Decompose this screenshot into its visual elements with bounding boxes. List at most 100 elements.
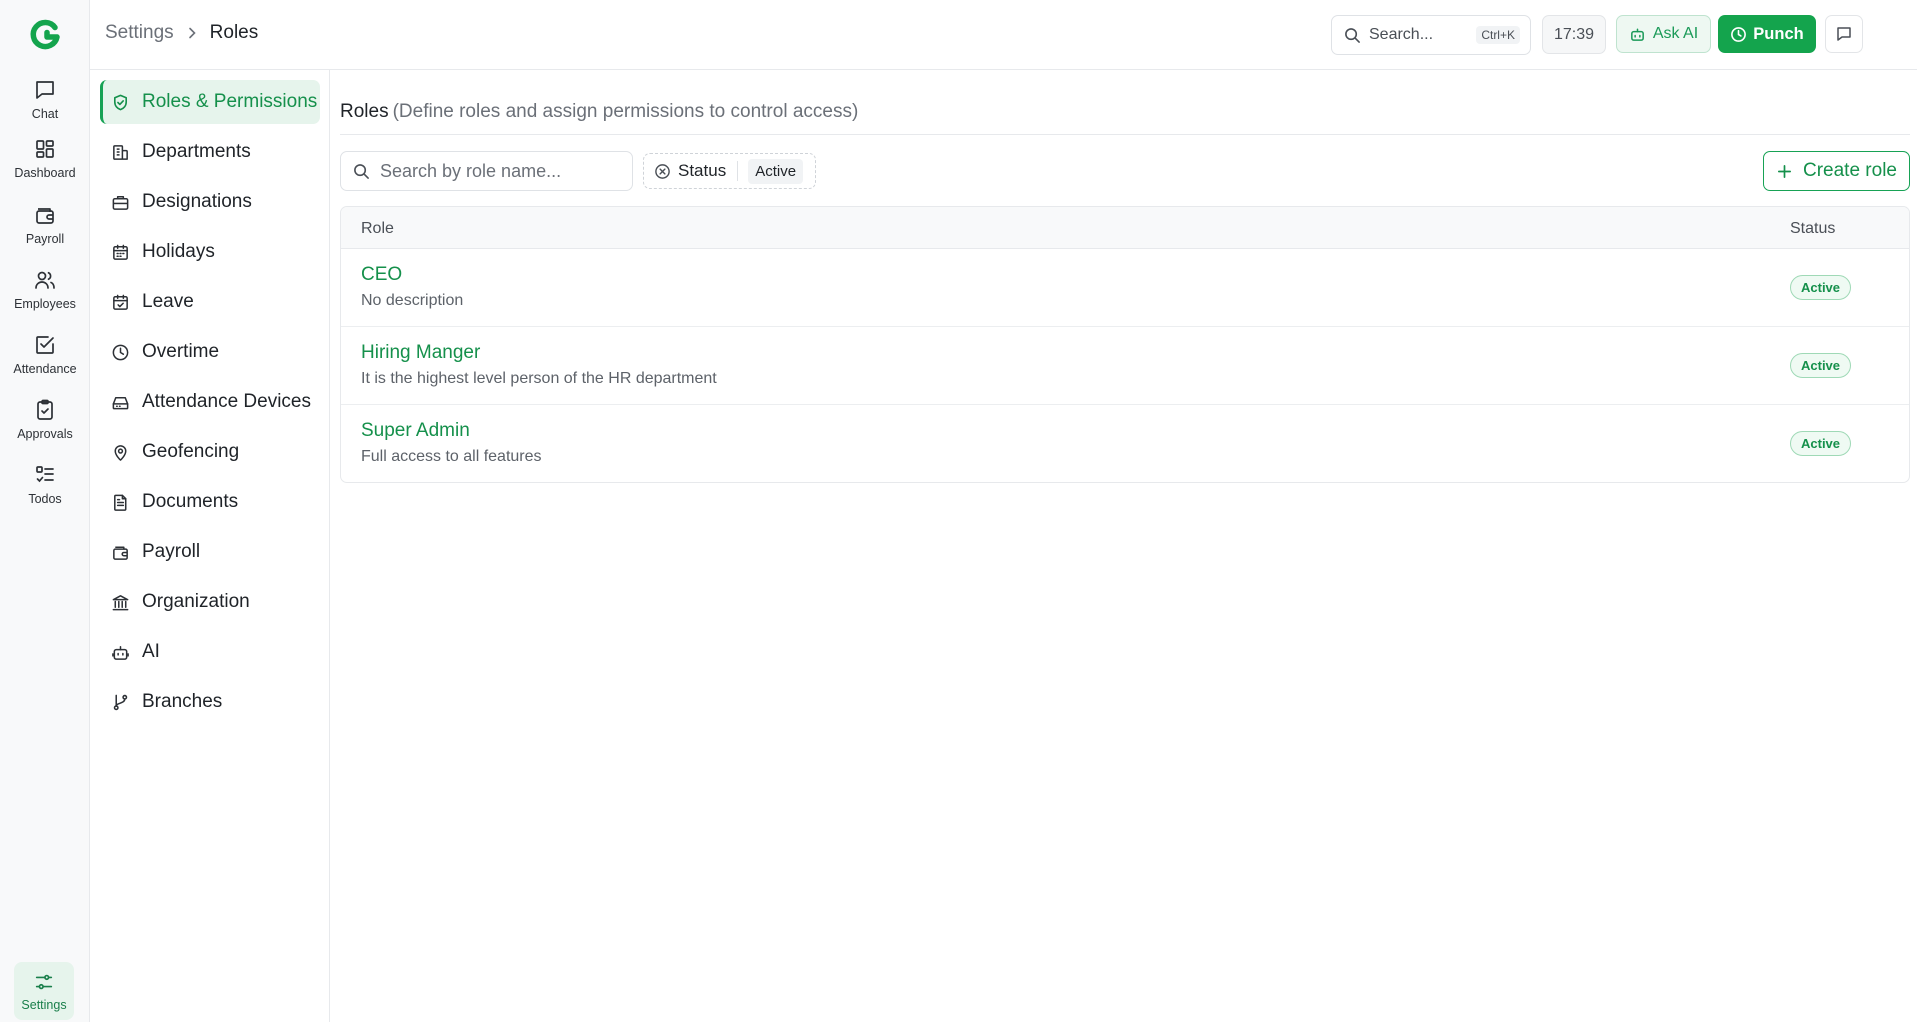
column-header-status: Status: [1790, 220, 1836, 237]
clock-icon: [1731, 26, 1747, 42]
rail-item-label: Dashboard: [14, 166, 76, 180]
building-icon: [113, 144, 128, 160]
wallet-icon: [36, 208, 54, 224]
rail-item-label: Approvals: [17, 427, 73, 441]
settings-nav-overtime[interactable]: Overtime: [100, 330, 320, 374]
settings-nav-organization[interactable]: Organization: [100, 580, 320, 624]
check-square-icon: [36, 336, 54, 354]
table-row[interactable]: CEO No description Active: [341, 249, 1909, 327]
status-badge: Active: [1790, 275, 1852, 300]
rail-item-settings[interactable]: Settings: [14, 962, 74, 1020]
settings-nav-geofencing[interactable]: Geofencing: [100, 430, 320, 474]
rail-item-label: Settings: [21, 998, 67, 1012]
settings-nav-leave[interactable]: Leave: [100, 280, 320, 324]
settings-nav-designations[interactable]: Designations: [100, 180, 320, 224]
landmark-icon: [112, 594, 129, 610]
clock-icon: [112, 344, 129, 360]
create-role-label: Create role: [1803, 160, 1897, 181]
rail-item-employees[interactable]: Employees: [0, 268, 90, 326]
settings-nav-branches[interactable]: Branches: [100, 680, 320, 724]
settings-nav-label: AI: [142, 641, 160, 662]
dashboard-icon: [36, 140, 54, 158]
role-description: Full access to all features: [361, 448, 542, 465]
settings-nav-label: Overtime: [142, 341, 220, 362]
page-title: Roles (Define roles and assign permission…: [340, 101, 858, 123]
status-filter-value: Active: [748, 158, 804, 184]
map-pin-icon: [114, 444, 127, 461]
settings-nav-label: Documents: [142, 491, 239, 512]
settings-nav-holidays[interactable]: Holidays: [100, 230, 320, 274]
clipboard-check-icon: [37, 399, 53, 420]
role-name[interactable]: Super Admin: [361, 420, 470, 442]
list-todo-icon: [36, 466, 54, 483]
settings-nav-label: Departments: [142, 141, 251, 162]
punch-label: Punch: [1753, 24, 1804, 43]
rail-item-label: Todos: [28, 492, 62, 506]
settings-nav-label: Designations: [142, 191, 252, 212]
table-row[interactable]: Super Admin Full access to all features …: [341, 405, 1909, 482]
icon-rail: Chat Dashboard Payroll Employees Attenda…: [0, 0, 90, 1022]
status-badge: Active: [1790, 353, 1852, 378]
settings-nav-roles-permissions[interactable]: Roles & Permissions: [100, 80, 320, 124]
message-square-icon: [1837, 27, 1851, 41]
filter-separator: [737, 161, 739, 181]
page-title-text: Roles: [340, 101, 389, 122]
search-shortcut-hint: Ctrl+K: [1476, 26, 1520, 44]
settings-sidebar: Roles & Permissions Departments Designat…: [90, 70, 330, 1022]
settings-nav-label: Branches: [142, 691, 223, 712]
settings-nav-attendance-devices[interactable]: Attendance Devices: [100, 380, 320, 424]
role-name[interactable]: Hiring Manger: [361, 342, 480, 364]
rail-item-dashboard[interactable]: Dashboard: [0, 137, 90, 195]
rail-item-attendance[interactable]: Attendance: [0, 333, 90, 391]
breadcrumb: Settings Roles: [105, 22, 258, 44]
role-search: [340, 151, 633, 191]
clock: 17:39: [1542, 15, 1606, 54]
plus-icon: [1777, 164, 1792, 178]
settings-nav-label: Holidays: [142, 241, 215, 262]
column-header-role: Role: [361, 220, 394, 237]
rail-item-payroll[interactable]: Payroll: [0, 203, 90, 261]
chevron-right-icon: [188, 27, 196, 39]
main-content: Roles (Define roles and assign permission…: [340, 70, 1917, 1022]
rail-item-label: Employees: [14, 297, 76, 311]
settings-nav-label: Geofencing: [142, 441, 240, 462]
settings-nav-label: Leave: [142, 291, 194, 312]
rail-item-label: Chat: [31, 107, 59, 121]
status-filter-label: Status: [678, 161, 727, 180]
global-search-placeholder: Search...: [1369, 26, 1434, 43]
page-subtitle: (Define roles and assign permissions to …: [392, 101, 859, 122]
create-role-button[interactable]: Create role: [1763, 151, 1910, 191]
settings-nav-label: Attendance Devices: [142, 391, 311, 412]
role-name[interactable]: CEO: [361, 264, 402, 286]
table-header: Role Status: [341, 207, 1909, 249]
settings-nav-ai[interactable]: AI: [100, 630, 320, 674]
divider: [340, 134, 1910, 135]
settings-nav-departments[interactable]: Departments: [100, 130, 320, 174]
rail-item-todos[interactable]: Todos: [0, 463, 90, 521]
shield-check-icon: [113, 94, 128, 110]
settings-nav-payroll[interactable]: Payroll: [100, 530, 320, 574]
rail-item-label: Attendance: [13, 362, 77, 376]
settings-nav-documents[interactable]: Documents: [100, 480, 320, 524]
breadcrumb-settings[interactable]: Settings: [105, 22, 174, 44]
status-filter[interactable]: Status Active: [643, 153, 816, 189]
search-icon: [1345, 27, 1360, 43]
role-description: It is the highest level person of the HR…: [361, 370, 717, 387]
chat-icon: [36, 81, 54, 99]
rail-item-approvals[interactable]: Approvals: [0, 398, 90, 456]
global-search[interactable]: Search... Ctrl+K: [1331, 15, 1531, 55]
search-icon: [354, 163, 369, 179]
ask-ai-button[interactable]: Ask AI: [1616, 15, 1711, 53]
calendar-check-icon: [113, 294, 128, 310]
table-row[interactable]: Hiring Manger It is the highest level pe…: [341, 327, 1909, 405]
bot-icon: [1630, 28, 1644, 41]
app-logo-icon[interactable]: [28, 18, 62, 52]
role-search-input[interactable]: [380, 160, 620, 182]
messages-button[interactable]: [1825, 15, 1863, 53]
bot-icon: [112, 645, 129, 660]
punch-button[interactable]: Punch: [1718, 15, 1816, 53]
rail-item-chat[interactable]: Chat: [0, 78, 90, 136]
status-badge: Active: [1790, 431, 1852, 456]
roles-table: Role Status CEO No description Active Hi…: [340, 206, 1910, 483]
x-circle-icon[interactable]: [654, 163, 671, 180]
